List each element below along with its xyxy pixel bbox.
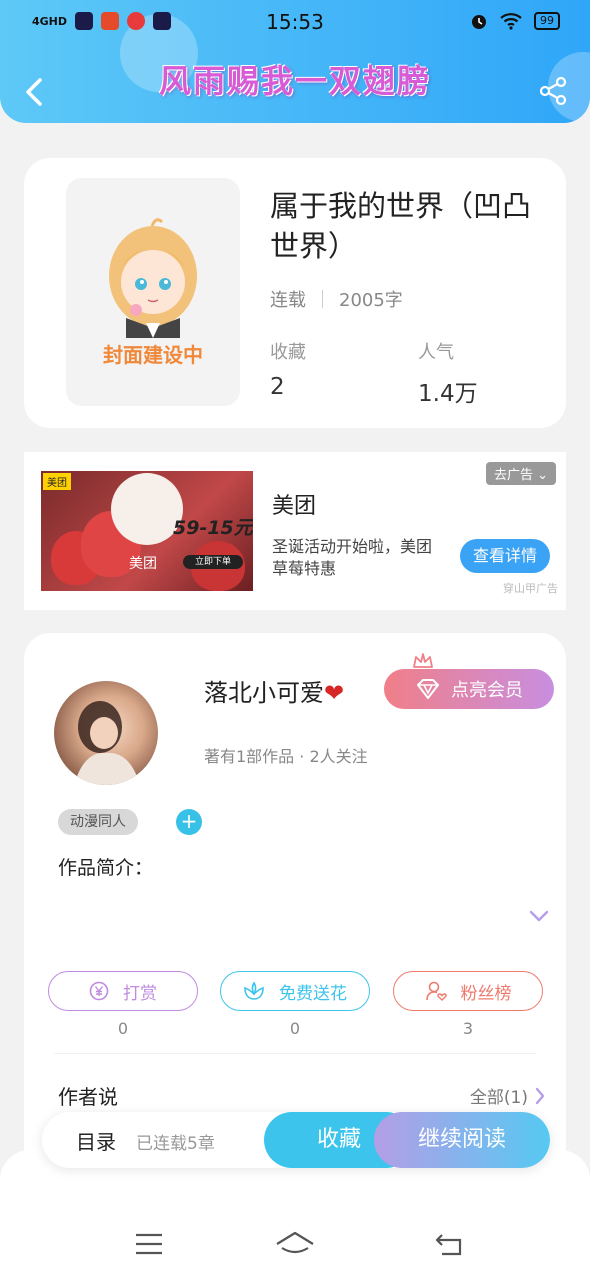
menu-icon[interactable] — [134, 1232, 164, 1256]
book-cover[interactable]: 封面建设中 — [66, 178, 240, 406]
popularity-label: 人气 — [418, 342, 454, 363]
author-says-label: 作者说 — [58, 1085, 118, 1109]
tip-count: 0 — [117, 1019, 129, 1038]
fans-ranking-button[interactable]: 粉丝榜 — [393, 971, 543, 1011]
vip-label: 点亮会员 — [451, 680, 523, 701]
status-bar: 4GHD 15:53 99 — [0, 0, 590, 46]
ad-image-button: 立即下单 — [183, 555, 243, 569]
alarm-icon — [472, 15, 486, 29]
author-name-text: 落北小可爱 — [204, 679, 324, 707]
ad-title: 美团 — [272, 494, 317, 519]
genre-tag[interactable]: 动漫同人 — [58, 809, 138, 835]
activate-vip-button[interactable]: 点亮会员 — [384, 669, 554, 709]
header: 4GHD 15:53 99 风雨赐我一双翅膀 — [0, 0, 590, 123]
remove-ad-button[interactable]: 去广告 ⌄ — [485, 462, 556, 485]
ad-banner[interactable]: 美团 59-15元 立即下单 美团 去广告 ⌄ 美团 圣诞活动开始啦，美团草莓特… — [24, 452, 566, 610]
author-name[interactable]: 落北小可爱❤ — [204, 673, 344, 708]
ad-view-details-button[interactable]: 查看详情 — [460, 539, 550, 573]
share-icon[interactable] — [538, 76, 568, 106]
chevron-right-icon — [535, 1087, 545, 1104]
table-of-contents-button[interactable]: 目录 — [76, 1126, 116, 1155]
word-count: 2005字 — [339, 290, 403, 311]
book-title: 属于我的世界（凹凸世界） — [270, 189, 532, 263]
crown-icon — [413, 653, 433, 668]
chapter-count: 已连载5章 — [136, 1134, 215, 1154]
ad-description: 圣诞活动开始啦，美团草莓特惠 — [272, 537, 433, 578]
ad-image-promo: 59-15元 — [173, 517, 253, 539]
author-says-all-link[interactable]: 全部(1) — [470, 1083, 546, 1108]
user-heart-icon — [425, 981, 447, 1001]
divider — [54, 1053, 536, 1054]
book-info-card: 封面建设中 属于我的世界（凹凸世界） 连载 2005字 收藏 2 人气 1.4万 — [24, 158, 566, 428]
bottom-action-bar: 目录 已连载5章 收藏 继续阅读 — [42, 1112, 550, 1168]
author-meta: 著有1部作品 · 2人关注 — [204, 747, 368, 766]
cover-placeholder-text: 封面建设中 — [103, 343, 203, 367]
heart-icon: ❤ — [324, 679, 345, 707]
chevron-down-icon: ⌄ — [537, 468, 548, 483]
ad-image[interactable]: 美团 59-15元 立即下单 美团 — [41, 471, 253, 591]
continue-reading-button[interactable]: 继续阅读 — [374, 1112, 550, 1168]
flower-icon — [244, 981, 264, 1000]
diamond-icon — [417, 679, 439, 699]
favorites-stat: 收藏 2 — [270, 338, 306, 400]
page-title: 风雨赐我一双翅膀 — [158, 62, 431, 100]
avatar-image — [74, 701, 140, 785]
book-status-row: 连载 2005字 — [270, 286, 403, 312]
avatar[interactable] — [54, 681, 158, 785]
favorites-label: 收藏 — [270, 342, 306, 363]
favorites-value: 2 — [270, 374, 285, 400]
serial-status: 连载 — [270, 290, 306, 311]
wifi-icon — [500, 13, 522, 30]
tip-button[interactable]: 打赏 — [48, 971, 198, 1011]
chevron-down-icon[interactable] — [528, 909, 550, 923]
divider — [322, 290, 323, 308]
remove-ad-label: 去广告 — [493, 468, 533, 483]
ad-image-brand-tag: 美团 — [43, 473, 71, 490]
tip-label: 打赏 — [123, 983, 157, 1004]
send-flower-button[interactable]: 免费送花 — [220, 971, 370, 1011]
yen-coin-icon — [89, 981, 109, 1001]
fans-ranking-label: 粉丝榜 — [460, 983, 512, 1004]
back-nav-icon[interactable] — [434, 1232, 466, 1258]
ad-image-brand: 美团 — [129, 556, 157, 572]
battery-indicator: 99 — [534, 12, 560, 30]
all-link-label: 全部(1) — [469, 1088, 528, 1108]
cover-illustration — [109, 218, 197, 338]
home-icon[interactable] — [274, 1230, 316, 1258]
flower-count: 0 — [289, 1019, 301, 1038]
popularity-stat: 人气 1.4万 — [418, 338, 478, 408]
intro-label: 作品简介： — [58, 857, 154, 879]
fans-count: 3 — [462, 1019, 474, 1038]
popularity-value: 1.4万 — [418, 381, 478, 407]
send-flower-label: 免费送花 — [279, 983, 347, 1004]
system-navigation-bar — [0, 1150, 590, 1280]
ad-source: 穿山甲广告 — [503, 582, 558, 595]
add-tag-button[interactable]: + — [176, 809, 202, 835]
